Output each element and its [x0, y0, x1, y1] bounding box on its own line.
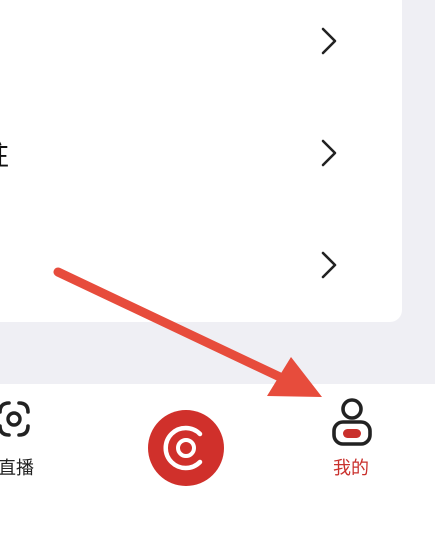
tab-mine-label: 我的: [333, 458, 369, 479]
menu-row-label: 驻: [0, 132, 9, 174]
menu-row[interactable]: [0, 11, 382, 71]
center-logo-icon: [163, 425, 203, 471]
user-profile-icon: [332, 398, 372, 446]
center-action-button[interactable]: [148, 410, 224, 486]
chevron-right-icon: [321, 27, 337, 55]
chevron-right-icon: [321, 251, 337, 279]
live-camera-icon: [0, 401, 30, 437]
menu-row[interactable]: [0, 235, 382, 295]
tab-mine[interactable]: 我的: [322, 396, 382, 486]
tab-live[interactable]: 直播: [0, 396, 60, 486]
tab-live-label: 直播: [0, 458, 34, 479]
menu-row[interactable]: 驻: [0, 123, 382, 183]
menu-card: 驻: [0, 0, 402, 322]
chevron-right-icon: [321, 139, 337, 167]
